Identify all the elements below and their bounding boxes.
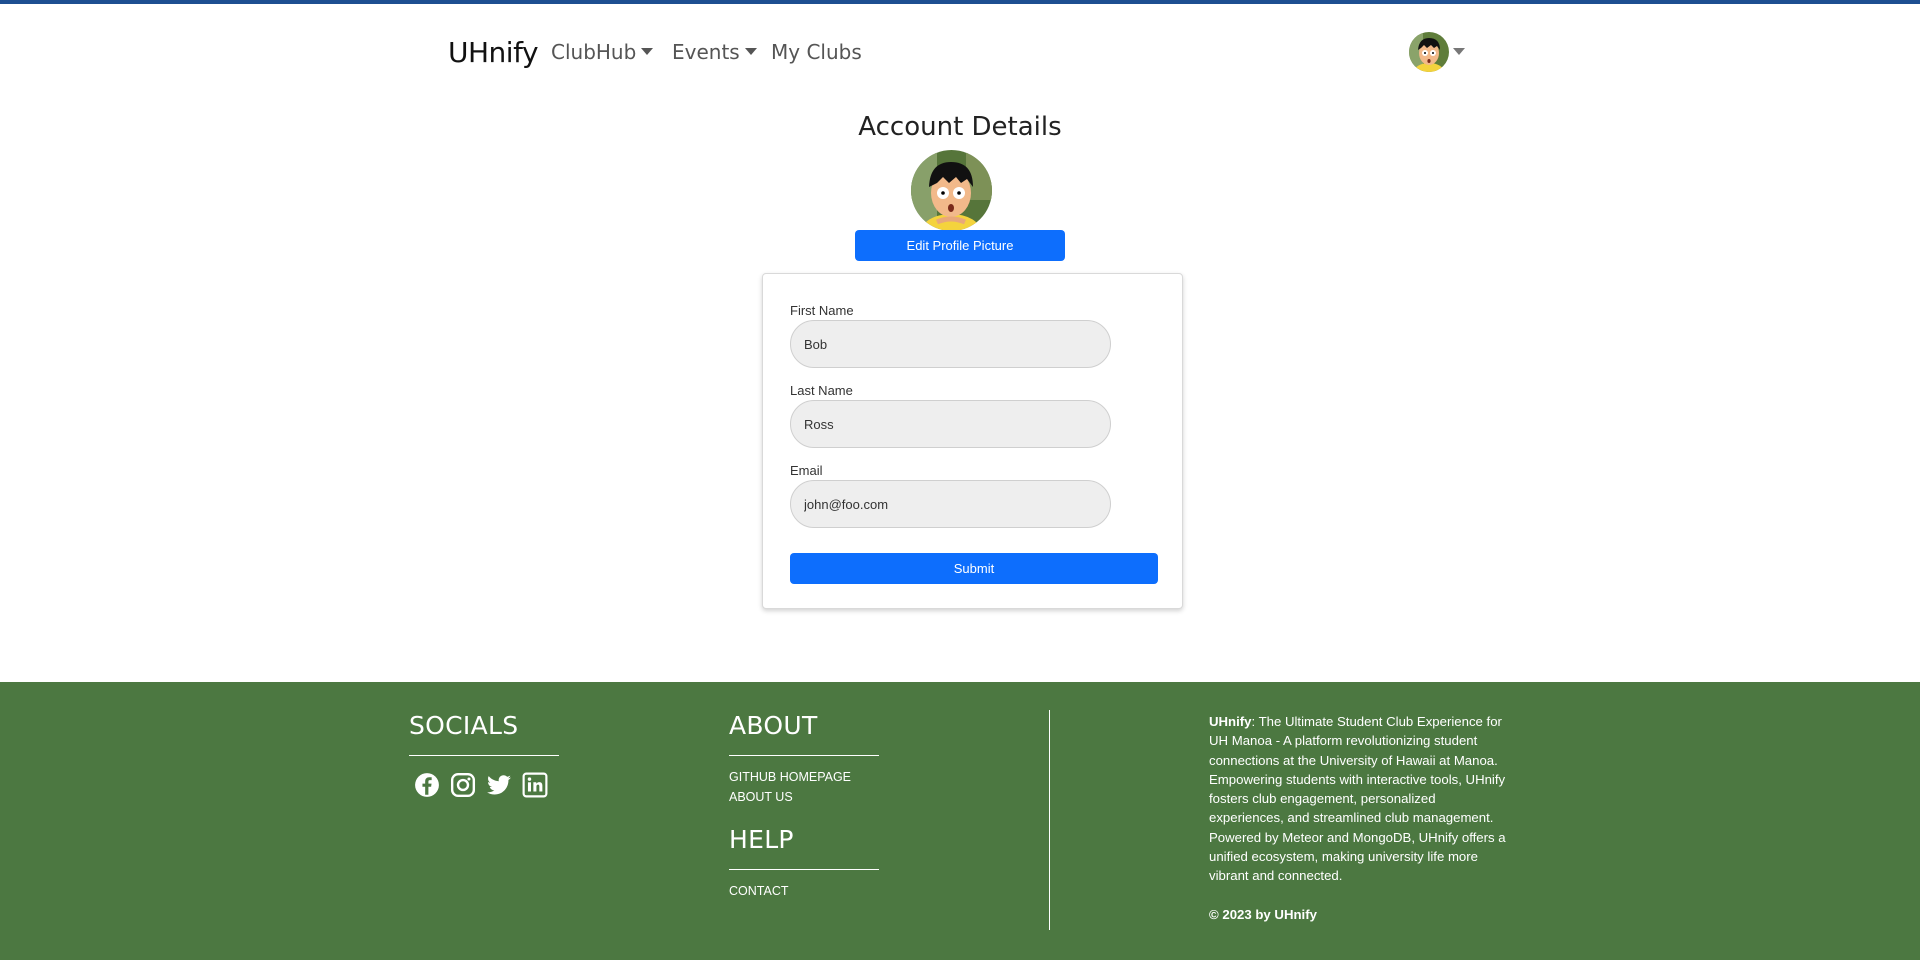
copyright-text: © 2023 by UHnify bbox=[1209, 907, 1317, 922]
footer-about-blurb: UHnify: The Ultimate Student Club Experi… bbox=[1209, 712, 1509, 886]
about-us-link[interactable]: ABOUT US bbox=[729, 790, 793, 804]
github-homepage-link[interactable]: GITHUB HOMEPAGE bbox=[729, 770, 851, 784]
submit-button[interactable]: Submit bbox=[790, 553, 1158, 584]
user-menu-chevron-down-icon[interactable] bbox=[1453, 48, 1465, 55]
footer-vertical-divider bbox=[1049, 710, 1050, 930]
profile-picture bbox=[911, 150, 992, 231]
nav-events-dropdown[interactable]: Events bbox=[672, 40, 757, 64]
first-name-field[interactable] bbox=[790, 320, 1111, 368]
navbar: UHnify ClubHub Events My Clubs bbox=[0, 4, 1920, 102]
nav-my-clubs-link[interactable]: My Clubs bbox=[771, 40, 862, 64]
email-field[interactable] bbox=[790, 480, 1111, 528]
last-name-label: Last Name bbox=[790, 383, 853, 398]
help-heading: HELP bbox=[729, 825, 794, 854]
about-divider bbox=[729, 755, 879, 756]
help-divider bbox=[729, 869, 879, 870]
footer: SOCIALS ABOUT GITHUB HOMEPAGE ABOUT US H… bbox=[0, 682, 1920, 960]
first-name-label: First Name bbox=[790, 303, 854, 318]
account-form-card: First Name Last Name Email Submit bbox=[762, 273, 1183, 609]
edit-profile-picture-button[interactable]: Edit Profile Picture bbox=[855, 230, 1065, 261]
user-menu-avatar[interactable] bbox=[1409, 32, 1449, 72]
footer-blurb-text: : The Ultimate Student Club Experience f… bbox=[1209, 714, 1506, 884]
nav-clubhub-dropdown[interactable]: ClubHub bbox=[551, 40, 654, 64]
nav-events-label: Events bbox=[672, 40, 740, 64]
page-title: Account Details bbox=[858, 112, 1062, 142]
facebook-icon[interactable] bbox=[414, 772, 440, 798]
chevron-down-icon bbox=[744, 48, 757, 55]
last-name-field[interactable] bbox=[790, 400, 1111, 448]
about-heading: ABOUT bbox=[729, 711, 818, 740]
twitter-icon[interactable] bbox=[486, 772, 512, 798]
nav-clubhub-label: ClubHub bbox=[551, 40, 637, 64]
socials-divider bbox=[409, 755, 559, 756]
email-label: Email bbox=[790, 463, 823, 478]
chevron-down-icon bbox=[641, 48, 654, 55]
brand-logo[interactable]: UHnify bbox=[448, 36, 539, 69]
nav-my-clubs-label: My Clubs bbox=[771, 40, 862, 64]
footer-blurb-brand: UHnify bbox=[1209, 714, 1252, 729]
contact-link[interactable]: CONTACT bbox=[729, 884, 789, 898]
socials-heading: SOCIALS bbox=[409, 711, 519, 740]
linkedin-icon[interactable] bbox=[522, 772, 548, 798]
instagram-icon[interactable] bbox=[450, 772, 476, 798]
